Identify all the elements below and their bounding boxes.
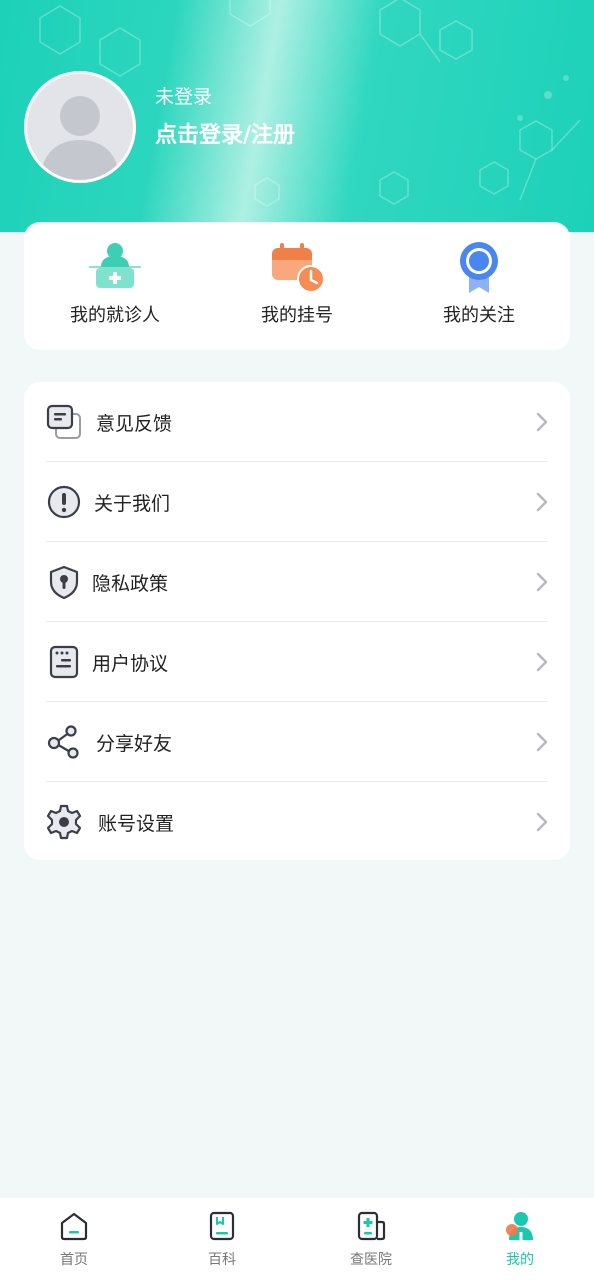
chevron-right-icon	[536, 572, 548, 592]
chevron-right-icon	[536, 652, 548, 672]
document-icon	[49, 645, 79, 679]
my-registrations-button[interactable]: 我的挂号	[217, 243, 377, 327]
chevron-right-icon	[536, 732, 548, 752]
my-follows-button[interactable]: 我的关注	[399, 242, 559, 327]
bottom-tab-bar: 首页 百科 查医院 我的	[0, 1198, 594, 1280]
chevron-right-icon	[536, 812, 548, 832]
gear-icon	[46, 804, 82, 840]
tab-label-home: 首页	[60, 1252, 88, 1268]
tab-encyclopedia[interactable]: 百科	[148, 1198, 296, 1280]
tab-label-find-hospital: 查医院	[350, 1252, 392, 1268]
feedback-icon	[46, 404, 81, 439]
avatar[interactable]	[24, 71, 136, 183]
tab-mine[interactable]: 我的	[446, 1198, 594, 1280]
book-icon	[209, 1211, 235, 1241]
menu-label-user-agreement: 用户协议	[92, 653, 169, 675]
chevron-right-icon	[536, 492, 548, 512]
menu-label-share-friends: 分享好友	[96, 733, 173, 755]
menu-item-user-agreement[interactable]: 用户协议	[24, 622, 570, 702]
shield-icon	[49, 565, 79, 600]
profile-icon	[506, 1212, 533, 1240]
chevron-right-icon	[536, 412, 548, 432]
tab-find-hospital[interactable]: 查医院	[297, 1198, 445, 1280]
login-status-text: 未登录	[155, 86, 213, 108]
login-register-link[interactable]: 点击登录/注册	[155, 117, 295, 149]
menu-item-privacy-policy[interactable]: 隐私政策	[24, 542, 570, 622]
tab-label-mine: 我的	[506, 1252, 534, 1268]
menu-label-feedback: 意见反馈	[96, 413, 173, 435]
patient-icon	[89, 243, 141, 288]
calendar-clock-icon	[272, 243, 325, 293]
settings-menu-card: 意见反馈 关于我们 隐私政策 用户协议 分享好友 账号设置	[24, 382, 570, 860]
menu-label-about-us: 关于我们	[94, 493, 171, 515]
my-follows-label: 我的关注	[443, 305, 515, 326]
my-patients-button[interactable]: 我的就诊人	[35, 243, 195, 327]
tab-label-encyclopedia: 百科	[208, 1252, 236, 1268]
tab-home[interactable]: 首页	[0, 1198, 148, 1280]
share-icon	[47, 725, 79, 759]
hospital-icon	[357, 1211, 386, 1241]
my-patients-label: 我的就诊人	[70, 305, 160, 326]
quick-actions-card: 我的就诊人 我的挂号 我的关注	[24, 222, 570, 350]
menu-item-account-settings[interactable]: 账号设置	[24, 782, 570, 860]
default-user-icon	[41, 96, 119, 180]
menu-item-share-friends[interactable]: 分享好友	[24, 702, 570, 782]
home-icon	[60, 1212, 88, 1241]
menu-item-about-us[interactable]: 关于我们	[24, 462, 570, 542]
profile-header: 未登录 点击登录/注册	[0, 0, 594, 232]
ribbon-badge-icon	[460, 242, 498, 293]
menu-item-feedback[interactable]: 意见反馈	[24, 382, 570, 462]
menu-label-account-settings: 账号设置	[98, 813, 175, 835]
my-registrations-label: 我的挂号	[261, 305, 333, 326]
info-icon	[47, 485, 81, 519]
menu-label-privacy-policy: 隐私政策	[92, 573, 169, 595]
